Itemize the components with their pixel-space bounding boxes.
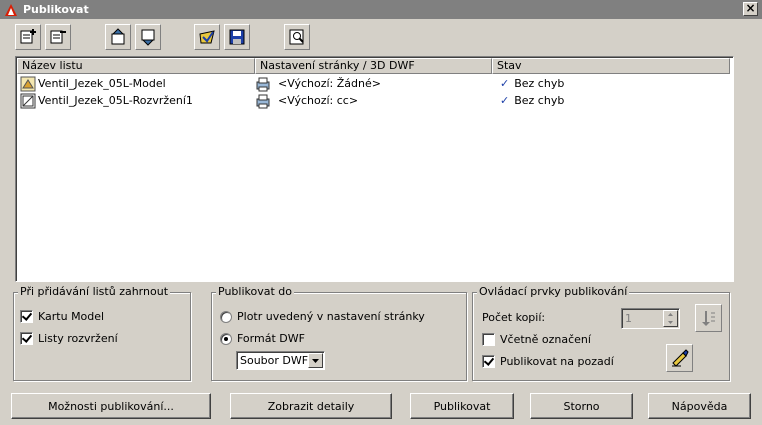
- window-title: Publikovat: [23, 3, 89, 16]
- status-value: Bez chyb: [514, 94, 565, 107]
- sort-button[interactable]: [695, 304, 722, 332]
- list-header: Název listu Nastavení stránky / 3D DWF S…: [17, 58, 732, 74]
- column-header-status[interactable]: Stav: [492, 58, 730, 74]
- page-setup-value: <Výchozí: cc>: [278, 94, 359, 107]
- copies-value: 1: [625, 312, 632, 325]
- plotter-label: Plotr uvedený v nastavení stránky: [237, 310, 425, 323]
- load-sheet-list-button[interactable]: [194, 24, 220, 50]
- sheet-name: Ventil_Jezek_05L-Rozvržení1: [38, 94, 193, 107]
- page-setup-value: <Výchozí: Žádné>: [278, 77, 381, 90]
- copies-spinner[interactable]: 1: [621, 308, 680, 329]
- spin-down-icon: [668, 320, 673, 324]
- dropdown-button[interactable]: [308, 353, 323, 368]
- spin-up-icon: [668, 313, 673, 317]
- dwf-format-label: Formát DWF: [237, 332, 305, 345]
- include-group-title: Při přidávání listů zahrnout: [18, 285, 171, 298]
- status-value: Bez chyb: [514, 77, 565, 90]
- background-publish-label: Publikovat na pozadí: [500, 355, 614, 368]
- add-sheets-button[interactable]: [15, 24, 41, 50]
- stamp-settings-button[interactable]: [666, 344, 693, 372]
- load-list-icon: [199, 30, 215, 44]
- move-down-icon: [141, 29, 155, 46]
- sort-icon: [701, 311, 715, 326]
- move-up-icon: [111, 28, 125, 45]
- plot-stamp-settings-button[interactable]: [284, 24, 310, 50]
- dwf-format-radio[interactable]: Formát DWF: [220, 332, 305, 345]
- radio-circle[interactable]: [220, 310, 232, 323]
- layouts-checkbox[interactable]: Listy rozvržení: [20, 332, 118, 345]
- publish-to-group: Publikovat do Plotr uvedený v nastavení …: [211, 285, 467, 381]
- publish-controls-group: Ovládací prvky publikování Počet kopií: …: [472, 285, 730, 381]
- dwf-type-select[interactable]: Soubor DWF: [236, 351, 325, 370]
- save-sheet-list-button[interactable]: [224, 24, 250, 50]
- move-up-button[interactable]: [105, 24, 131, 50]
- spinner-buttons[interactable]: [663, 310, 678, 327]
- preview-icon: [289, 29, 304, 45]
- layouts-label: Listy rozvržení: [38, 332, 118, 345]
- title-bar: Publikovat ×: [0, 0, 762, 19]
- layout-sheet-icon: [20, 93, 36, 108]
- include-stamp-checkbox[interactable]: Včetně označení: [482, 333, 591, 346]
- plotter-radio[interactable]: Plotr uvedený v nastavení stránky: [220, 310, 425, 323]
- status-ok-icon: ✓: [500, 77, 510, 90]
- status-ok-icon: ✓: [500, 94, 510, 107]
- include-group: Při přidávání listů zahrnout Kartu Model…: [13, 285, 191, 381]
- column-header-sheet-name[interactable]: Název listu: [17, 58, 255, 74]
- sheet-list[interactable]: Název listu Nastavení stránky / 3D DWF S…: [15, 56, 734, 282]
- close-icon: ×: [745, 1, 756, 15]
- publish-to-group-title: Publikovat do: [216, 285, 294, 298]
- close-button[interactable]: ×: [743, 2, 758, 16]
- sheet-name: Ventil_Jezek_05L-Model: [38, 77, 166, 90]
- move-down-button[interactable]: [135, 24, 161, 50]
- help-button[interactable]: Nápověda: [648, 393, 751, 419]
- save-icon: [229, 29, 245, 45]
- chevron-down-icon: [312, 358, 319, 363]
- checkbox-box[interactable]: [482, 333, 495, 346]
- remove-sheets-button[interactable]: [45, 24, 71, 50]
- list-row[interactable]: Ventil_Jezek_05L-Model <Výchozí: Žádné> …: [17, 75, 732, 92]
- remove-sheets-icon: [50, 30, 66, 44]
- copies-label: Počet kopií:: [482, 311, 546, 324]
- publish-button[interactable]: Publikovat: [410, 393, 514, 419]
- autocad-app-icon: [5, 3, 17, 16]
- background-publish-checkbox[interactable]: Publikovat na pozadí: [482, 355, 614, 368]
- list-row[interactable]: Ventil_Jezek_05L-Rozvržení1 <Výchozí: cc…: [17, 92, 732, 109]
- column-header-page-setup[interactable]: Nastavení stránky / 3D DWF: [255, 58, 492, 74]
- dwf-type-value: Soubor DWF: [240, 354, 309, 367]
- include-stamp-label: Včetně označení: [500, 333, 591, 346]
- checkbox-box[interactable]: [20, 332, 33, 345]
- checkbox-box[interactable]: [20, 310, 33, 323]
- page-setup-icon: [256, 94, 270, 108]
- model-tab-label: Kartu Model: [38, 310, 105, 323]
- model-tab-checkbox[interactable]: Kartu Model: [20, 310, 104, 323]
- add-sheets-icon: [20, 29, 36, 44]
- radio-circle[interactable]: [220, 332, 232, 345]
- checkbox-box[interactable]: [482, 355, 495, 368]
- show-details-button[interactable]: Zobrazit detaily: [230, 393, 392, 419]
- cancel-button[interactable]: Storno: [530, 393, 633, 419]
- publish-options-button[interactable]: Možnosti publikování...: [11, 393, 211, 419]
- publish-controls-group-title: Ovládací prvky publikování: [477, 285, 630, 298]
- page-setup-icon: [256, 77, 270, 91]
- plot-stamp-icon: [671, 349, 689, 367]
- model-sheet-icon: [20, 76, 36, 91]
